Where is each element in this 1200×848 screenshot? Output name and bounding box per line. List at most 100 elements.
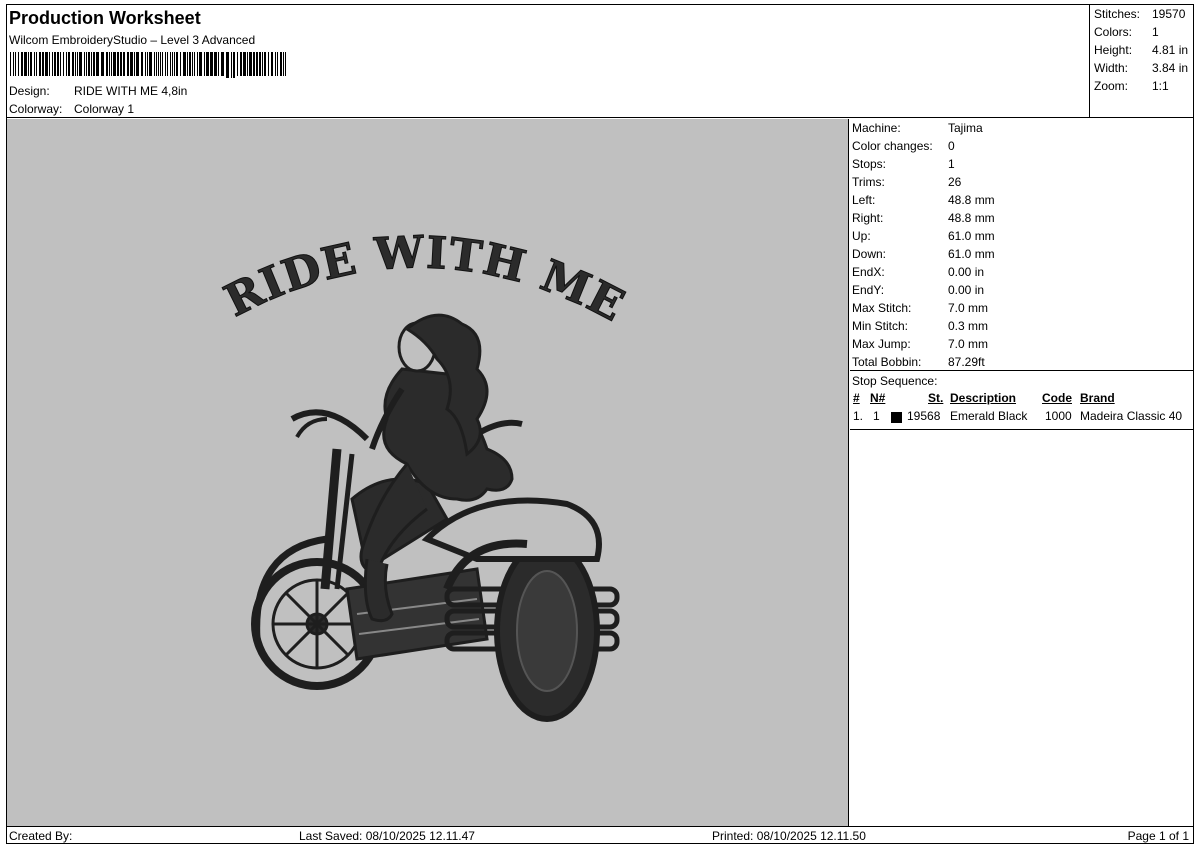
barcode-bar <box>45 52 48 76</box>
stop-sequence: Stop Sequence: # N# St. Description Code… <box>850 370 1194 430</box>
right-row: Right: 48.8 mm <box>852 209 995 227</box>
up-label: Up: <box>852 229 871 243</box>
total-bobbin-row: Total Bobbin: 87.29ft <box>852 353 985 371</box>
barcode-bar <box>28 52 29 76</box>
colorway-row: Colorway: Colorway 1 <box>9 102 134 116</box>
up-value: 61.0 mm <box>948 229 995 243</box>
production-worksheet: Production Worksheet Wilcom EmbroiderySt… <box>6 4 1194 844</box>
column-header-stitches: St. <box>928 391 944 405</box>
barcode-bar <box>86 52 87 76</box>
column-header-brand: Brand <box>1080 391 1115 405</box>
barcode-bar <box>249 52 252 76</box>
barcode-bar <box>77 52 78 76</box>
barcode-bar <box>285 52 286 76</box>
trims-label: Trims: <box>852 175 885 189</box>
barcode-bar <box>34 52 35 76</box>
left-row: Left: 48.8 mm <box>852 191 995 209</box>
barcode-bar <box>183 52 186 76</box>
last-saved: Last Saved: 08/10/2025 12.11.47 <box>299 829 475 843</box>
barcode-bar <box>30 52 32 76</box>
colorway-value: Colorway 1 <box>74 102 135 116</box>
barcode-bar <box>49 52 50 76</box>
summary-value: 4.81 in <box>1152 43 1189 57</box>
barcode-bar <box>113 52 116 76</box>
barcode-bar <box>206 52 209 76</box>
trims-row: Trims: 26 <box>852 173 961 191</box>
barcode-bar <box>66 52 67 76</box>
endx-row: EndX: 0.00 in <box>852 263 984 281</box>
barcode-bar <box>226 52 229 78</box>
barcode-bar <box>36 52 37 76</box>
endy-label: EndY: <box>852 283 885 297</box>
barcode-bar <box>130 52 133 76</box>
summary-value: 1:1 <box>1152 79 1169 93</box>
barcode-bar <box>277 52 278 76</box>
machine-label: Machine: <box>852 121 901 135</box>
machine-row: Machine: Tajima <box>852 119 983 137</box>
barcode-bar <box>233 52 235 78</box>
barcode-bar <box>192 52 193 76</box>
stop-description: Emerald Black <box>950 409 1028 423</box>
barcode-bar <box>262 52 263 76</box>
barcode <box>10 52 290 78</box>
barcode-graphic <box>10 52 286 78</box>
barcode-bar <box>187 52 188 76</box>
machine-info-panel: Machine: Tajima Color changes: 0 Stops: 1 T… <box>850 119 1194 826</box>
max-jump-row: Max Jump: 7.0 mm <box>852 335 988 353</box>
total-bobbin-value: 87.29ft <box>948 355 985 369</box>
max-stitch-value: 7.0 mm <box>948 301 989 315</box>
left-label: Left: <box>852 193 876 207</box>
endx-label: EndX: <box>852 265 885 279</box>
summary-label: Height: <box>1094 43 1133 57</box>
barcode-bar <box>120 52 122 76</box>
summary-row: Colors: 1 <box>1094 25 1159 39</box>
barcode-bar <box>264 52 266 76</box>
barcode-bar <box>180 52 181 76</box>
barcode-bar <box>154 52 155 76</box>
barcode-bar <box>145 52 146 76</box>
barcode-bar <box>172 52 173 76</box>
barcode-bar <box>60 52 61 76</box>
barcode-bar <box>162 52 163 76</box>
barcode-bar <box>136 52 139 76</box>
stops-label: Stops: <box>852 157 887 171</box>
barcode-bar <box>259 52 261 76</box>
barcode-bar <box>91 52 92 76</box>
stop-needle: 1 <box>873 409 880 423</box>
barcode-bar <box>117 52 119 76</box>
max-stitch-row: Max Stitch: 7.0 mm <box>852 299 988 317</box>
summary-row: Width: 3.84 in <box>1094 61 1188 75</box>
column-header-code: Code <box>1042 391 1072 405</box>
barcode-bar <box>13 52 14 76</box>
summary-label: Stitches: <box>1094 7 1141 21</box>
barcode-bar <box>88 52 90 76</box>
stop-brand: Madeira Classic 40 <box>1080 409 1183 423</box>
barcode-bar <box>101 52 104 76</box>
barcode-bar <box>240 52 242 76</box>
embroidery-artwork: RIDE WITH ME <box>216 226 633 722</box>
barcode-bar <box>271 52 273 76</box>
summary-value: 19570 <box>1152 7 1186 21</box>
summary-row: Zoom: 1:1 <box>1094 79 1169 93</box>
barcode-bar <box>84 52 85 76</box>
design-arc-text: RIDE WITH ME <box>217 227 633 332</box>
barcode-bar <box>10 52 11 76</box>
barcode-bar <box>141 52 143 76</box>
barcode-bar <box>275 52 276 76</box>
summary-row: Stitches: 19570 <box>1094 7 1185 21</box>
color-changes-row: Color changes: 0 <box>852 137 955 155</box>
barcode-bar <box>96 52 99 76</box>
barcode-bar <box>147 52 148 76</box>
barcode-bar <box>18 52 19 76</box>
barcode-bar <box>72 52 74 76</box>
min-stitch-value: 0.3 mm <box>948 319 989 333</box>
barcode-bar <box>165 52 166 76</box>
barcode-bar <box>283 52 284 76</box>
stop-code: 1000 <box>1045 409 1072 423</box>
barcode-bar <box>204 52 205 76</box>
summary-label: Zoom: <box>1094 79 1129 93</box>
barcode-bar <box>221 52 224 76</box>
barcode-bar <box>63 52 64 76</box>
min-stitch-label: Min Stitch: <box>852 319 909 333</box>
barcode-bar <box>243 52 246 76</box>
